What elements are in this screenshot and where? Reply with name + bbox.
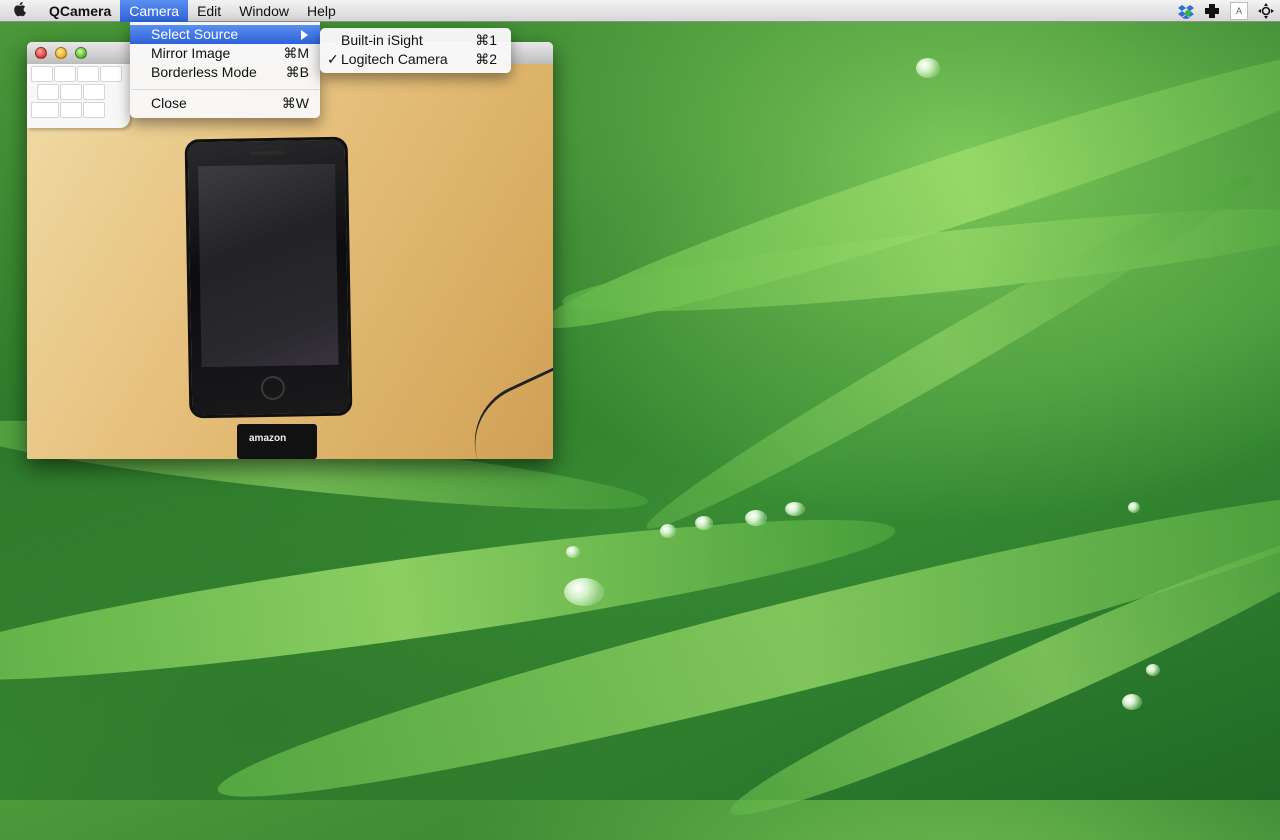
apple-menu-icon[interactable] (0, 1, 40, 21)
phone-speaker (249, 150, 284, 156)
phone-dock: amazon (237, 424, 317, 459)
move-arrows-icon[interactable] (1258, 3, 1274, 19)
iphone-image (184, 136, 353, 419)
plus-cross-icon[interactable] (1204, 3, 1220, 19)
dropbox-icon[interactable] (1178, 3, 1194, 19)
menu-item-close[interactable]: Close ⌘W (130, 94, 320, 113)
submenu-item-label: Logitech Camera (341, 51, 448, 67)
submenu-arrow-icon (301, 30, 308, 40)
menu-help[interactable]: Help (298, 0, 345, 22)
water-drop (1122, 694, 1142, 710)
menu-item-select-source[interactable]: Select Source (130, 25, 320, 44)
menu-item-label: Select Source (151, 26, 239, 42)
cable-image (455, 362, 553, 459)
menu-item-shortcut: ⌘B (285, 64, 309, 80)
water-drop (695, 516, 713, 530)
menu-item-borderless-mode[interactable]: Borderless Mode ⌘B (130, 63, 320, 82)
dock-label: amazon (249, 433, 287, 444)
water-drop (1128, 502, 1140, 513)
select-source-submenu: Built-in iSight ⌘1 ✓ Logitech Camera ⌘2 (320, 28, 511, 73)
checkmark-icon: ✓ (327, 51, 339, 67)
menu-item-label: Close (151, 95, 187, 111)
menu-window[interactable]: Window (230, 0, 298, 22)
input-source-icon[interactable]: A (1230, 2, 1248, 20)
phone-home-button (260, 375, 285, 401)
menu-camera[interactable]: Camera (120, 0, 189, 22)
submenu-item-shortcut: ⌘1 (475, 32, 497, 48)
water-drop (564, 578, 604, 606)
water-drop (660, 524, 676, 538)
apple-icon (14, 1, 26, 16)
water-drop (566, 546, 580, 558)
menu-item-mirror-image[interactable]: Mirror Image ⌘M (130, 44, 320, 63)
water-drop (785, 502, 805, 516)
menu-item-shortcut: ⌘W (281, 95, 309, 111)
menu-bar: QCamera Camera Edit Window Help A (0, 0, 1280, 22)
submenu-item-shortcut: ⌘2 (475, 51, 497, 67)
menu-item-label: Borderless Mode (151, 64, 257, 80)
submenu-item-label: Built-in iSight (341, 32, 423, 48)
minimize-window-button[interactable] (55, 47, 67, 59)
status-menus: A (1178, 0, 1274, 22)
submenu-item-logitech-camera[interactable]: ✓ Logitech Camera ⌘2 (320, 50, 511, 69)
water-drop (916, 58, 940, 78)
submenu-item-built-in-isight[interactable]: Built-in iSight ⌘1 (320, 31, 511, 50)
camera-menu: Select Source Mirror Image ⌘M Borderless… (130, 22, 320, 118)
menu-item-shortcut: ⌘M (283, 45, 309, 61)
zoom-window-button[interactable] (75, 47, 87, 59)
menu-app-name[interactable]: QCamera (40, 0, 120, 22)
keyboard-image (27, 64, 130, 128)
menu-edit[interactable]: Edit (188, 0, 230, 22)
camera-feed: amazon (27, 64, 553, 459)
menu-separator (131, 89, 319, 90)
water-drop (1146, 664, 1160, 676)
close-window-button[interactable] (35, 47, 47, 59)
phone-screen (198, 163, 339, 368)
menu-item-label: Mirror Image (151, 45, 231, 61)
water-drop (745, 510, 767, 526)
